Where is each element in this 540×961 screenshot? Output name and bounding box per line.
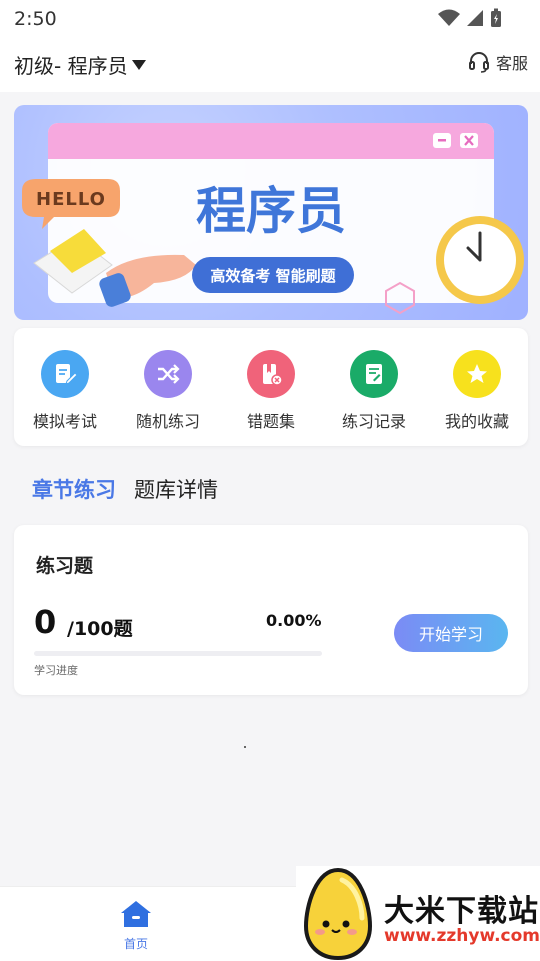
star-icon	[453, 350, 501, 398]
quick-action-mock-exam[interactable]: 模拟考试	[14, 350, 116, 432]
status-icons	[438, 8, 502, 28]
shuffle-icon	[144, 350, 192, 398]
practice-card: 练习题 0 /100题 0.00% 学习进度 开始学习	[14, 525, 528, 695]
level-label: 初级- 程序员	[14, 54, 128, 78]
signal-icon	[467, 10, 483, 26]
tab-chapter-practice[interactable]: 章节练习	[32, 474, 116, 504]
quick-action-label: 练习记录	[341, 412, 406, 431]
watermark-url: www.zzhyw.com	[384, 926, 540, 946]
status-time: 2:50	[14, 8, 57, 30]
headset-icon	[468, 52, 489, 73]
quick-actions-card: 模拟考试 随机练习 错题集 练习记录 我的收藏	[14, 328, 528, 446]
progress-label: 学习进度	[34, 664, 78, 677]
quick-action-label: 随机练习	[135, 412, 200, 431]
status-bar: 2:50	[0, 0, 540, 38]
quick-action-favorites[interactable]: 我的收藏	[426, 350, 528, 432]
quick-action-practice-record[interactable]: 练习记录	[323, 350, 425, 432]
completed-count: 0	[34, 603, 57, 641]
record-icon	[350, 350, 398, 398]
progress-percent: 0.00%	[266, 611, 322, 630]
stray-dot	[244, 746, 246, 748]
progress-bar	[34, 651, 322, 656]
watermark: 大米下载站 www.zzhyw.com	[296, 866, 540, 960]
egg-mascot-logo	[303, 867, 373, 960]
watermark-name: 大米下载站	[384, 894, 539, 929]
caret-down-icon	[131, 59, 146, 70]
total-count: /100题	[67, 618, 133, 640]
nav-home[interactable]: 首页	[108, 899, 164, 952]
home-icon	[121, 901, 151, 927]
quick-action-label: 模拟考试	[32, 412, 97, 431]
quick-action-random-practice[interactable]: 随机练习	[117, 350, 219, 432]
customer-service-button[interactable]: 客服	[468, 50, 528, 74]
level-selector[interactable]: 初级- 程序员	[14, 50, 146, 79]
wrong-book-icon	[247, 350, 295, 398]
banner-title: 程序员	[196, 182, 346, 240]
banner-slogan: 高效备考 智能刷题	[210, 267, 336, 285]
battery-icon	[491, 8, 501, 27]
header: 初级- 程序员 客服	[0, 38, 540, 92]
card-title: 练习题	[36, 555, 94, 577]
promo-banner[interactable]: HELLO 程序员 高效备考 智能刷题	[14, 105, 528, 320]
service-label: 客服	[495, 54, 528, 73]
nav-home-label: 首页	[123, 937, 148, 951]
start-learning-button[interactable]: 开始学习	[394, 614, 508, 652]
quick-action-label: 错题集	[246, 412, 295, 431]
quick-action-wrong-questions[interactable]: 错题集	[220, 350, 322, 432]
exam-edit-icon	[41, 350, 89, 398]
practice-tabs: 章节练习 题库详情	[32, 474, 218, 504]
wifi-icon	[438, 9, 460, 26]
quick-action-label: 我的收藏	[444, 412, 509, 431]
tab-question-bank[interactable]: 题库详情	[134, 474, 218, 504]
